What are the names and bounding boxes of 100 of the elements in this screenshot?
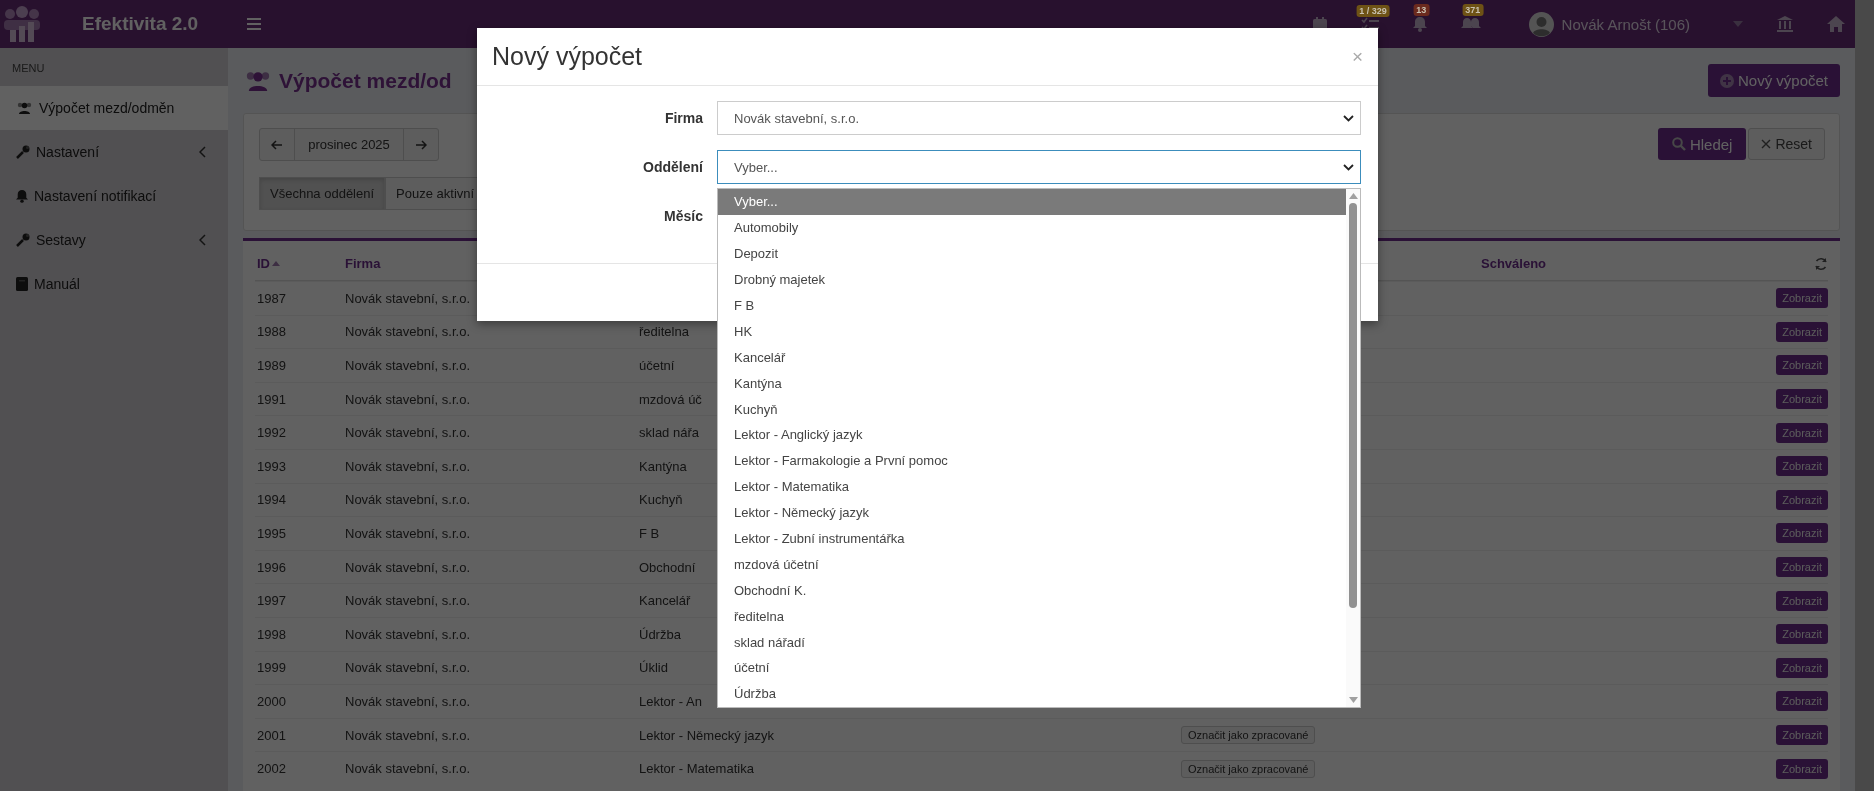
table-cell: Kuchyň [639,492,683,508]
column-header[interactable]: Schváleno [1481,256,1547,271]
view-button[interactable]: Zobrazit [1776,355,1828,376]
view-button[interactable]: Zobrazit [1776,657,1828,678]
dropdown-option[interactable]: mzdová účetní [718,551,1346,578]
dropdown-option[interactable]: Obchodní K. [718,577,1346,604]
sidebar-item[interactable]: Nastavení notifikací [0,174,228,218]
table-cell: Novák stavební, s.r.o. [345,324,470,340]
view-button[interactable]: Zobrazit [1776,288,1828,309]
filter-toggle[interactable]: Všechna oddělení [259,177,386,210]
table-cell: Úklid [639,660,668,676]
table-cell: mzdová úč [639,391,702,407]
new-calculation-button[interactable]: Nový výpočet [1707,64,1840,97]
dropdown-option[interactable]: Vyber... [718,189,1346,215]
table-cell: 1999 [257,660,286,676]
table-cell: Novák stavební, s.r.o. [345,525,470,541]
view-button[interactable]: Zobrazit [1776,624,1828,645]
view-button[interactable]: Zobrazit [1776,321,1828,342]
home-icon[interactable] [1827,16,1845,32]
sidebar-item[interactable]: Manuál [0,262,228,306]
bank-icon[interactable] [1777,16,1793,32]
chevron-down-icon [1343,163,1354,171]
table-cell: Lektor - Německý jazyk [639,727,775,743]
select-field[interactable]: Vyber... [717,150,1361,184]
dropdown-option[interactable]: Lektor - Matematika [718,473,1346,500]
reset-button[interactable]: Reset [1748,128,1825,160]
view-button[interactable]: Zobrazit [1776,389,1828,410]
menu-icon[interactable] [247,18,261,30]
dropdown-option[interactable]: Depozit [718,240,1346,267]
table-cell: F B [639,525,660,541]
page-scrollbar[interactable] [1855,0,1874,791]
view-button[interactable]: Zobrazit [1776,691,1828,712]
table-cell: Novák stavební, s.r.o. [345,761,470,777]
list-scrollbar[interactable] [1346,189,1360,707]
app-name: Efektivita 2.0 [82,13,199,35]
dropdown-option[interactable]: Automobily [718,214,1346,241]
table-cell: Novák stavební, s.r.o. [345,425,470,441]
sidebar-item[interactable]: Sestavy [0,218,228,262]
dropdown-option[interactable]: Kantýna [718,370,1346,397]
modal-title: Nový výpočet [492,42,643,71]
refresh-icon[interactable] [1814,256,1828,271]
close-icon [1761,139,1772,149]
dropdown-option[interactable]: účetní [718,655,1346,681]
dropdown-option[interactable]: F B [718,292,1346,319]
view-button[interactable]: Zobrazit [1776,422,1828,443]
view-button[interactable]: Zobrazit [1776,523,1828,544]
bell-icon[interactable] [1412,16,1427,32]
dropdown-option[interactable]: Údržba [718,680,1346,707]
view-button[interactable]: Zobrazit [1776,590,1828,611]
search-button[interactable]: Hledej [1657,128,1747,160]
dropdown-option[interactable]: Lektor - Zubní instrumentářka [718,525,1346,552]
field-label: Měsíc [663,208,703,224]
mark-processed-button[interactable]: Označit jako zpracované [1181,759,1316,778]
scroll-down-icon[interactable] [1348,697,1358,703]
chevron-icon [199,234,206,246]
menu-heading: MENU [11,61,46,76]
table-cell: sklad nářa [639,425,699,441]
column-header[interactable]: ID [257,256,270,271]
table-cell: Novák stavební, s.r.o. [345,593,470,609]
table-cell: Lektor - Matematika [639,761,754,777]
select-field[interactable]: Novák stavební, s.r.o. [717,101,1361,135]
dropdown-option[interactable]: ředitelna [718,603,1346,630]
user-name[interactable]: Novák Arnošt (106) [1561,15,1690,33]
table-cell: 1989 [257,358,286,373]
table-cell: Novák stavební, s.r.o. [345,693,470,709]
dropdown-option[interactable]: Lektor - Farmakologie a První pomoc [718,447,1346,474]
avatar-icon[interactable] [1528,11,1554,37]
dropdown-option[interactable]: HK [718,318,1346,345]
dropdown-option[interactable]: Lektor - Anglický jazyk [718,422,1346,448]
view-button[interactable]: Zobrazit [1776,456,1828,477]
table-cell: Novák stavební, s.r.o. [345,290,470,306]
caret-icon[interactable] [1733,21,1743,27]
view-button[interactable]: Zobrazit [1776,557,1828,578]
dropdown-option[interactable]: Kuchyň [718,396,1346,422]
table-cell: 2000 [257,693,286,709]
chevron-icon [199,146,206,158]
dropdown-option[interactable]: Drobný majetek [718,266,1346,293]
table-cell: 1998 [257,626,286,642]
table-cell: 1987 [257,290,286,306]
column-header[interactable]: Firma [345,256,381,271]
count-badge: 13 [1413,4,1430,16]
view-button[interactable]: Zobrazit [1776,758,1828,779]
mark-processed-button[interactable]: Označit jako zpracované [1181,726,1316,744]
scroll-up-icon[interactable] [1348,193,1358,199]
table-cell: Novák stavební, s.r.o. [345,727,470,743]
dropdown-option[interactable]: sklad nářadí [718,629,1346,656]
sort-icon[interactable] [272,261,280,266]
field-label: Oddělení [642,159,703,175]
count-badge: 371 [1462,4,1484,16]
page-title: Výpočet mezd/od [279,68,452,93]
field-label: Firma [663,110,703,126]
dropdown-option[interactable]: Kancelář [718,344,1346,371]
view-button[interactable]: Zobrazit [1776,489,1828,510]
close-button[interactable]: × [1351,45,1363,68]
table-cell: 1997 [257,593,286,609]
sidebar-item[interactable]: Výpočet mezd/odměn [0,86,228,130]
table-cell: Novák stavební, s.r.o. [345,492,470,508]
view-button[interactable]: Zobrazit [1776,725,1828,745]
sidebar-item[interactable]: Nastavení [0,130,228,174]
dropdown-option[interactable]: Lektor - Německý jazyk [718,499,1346,526]
